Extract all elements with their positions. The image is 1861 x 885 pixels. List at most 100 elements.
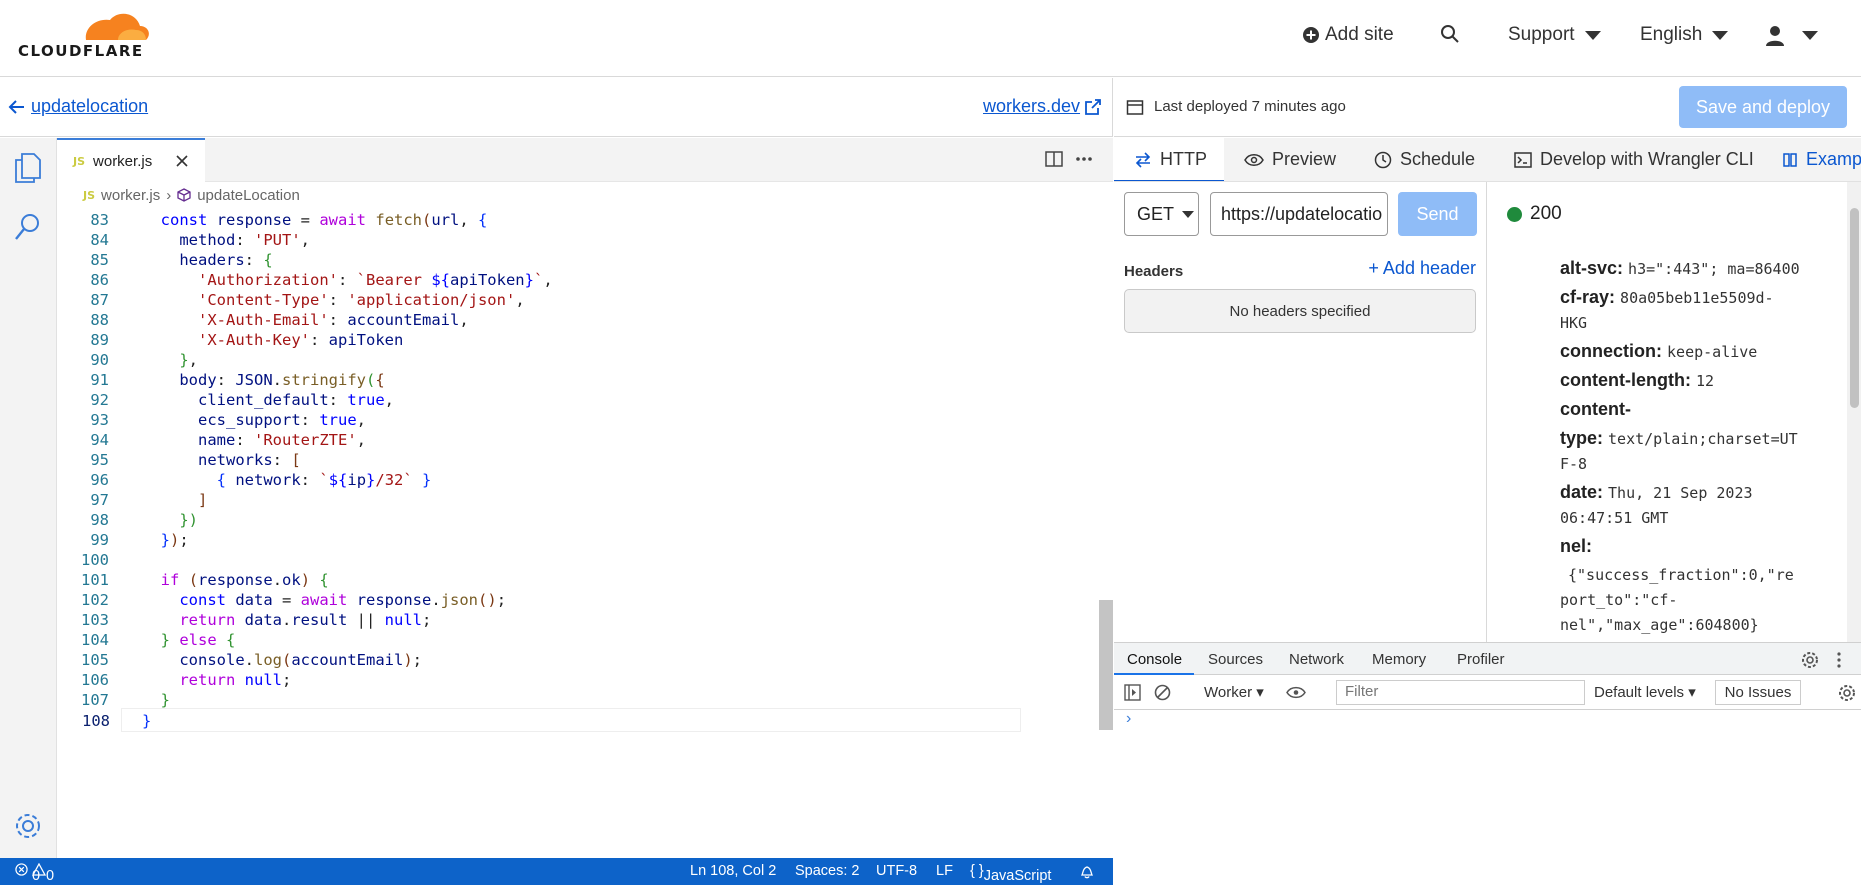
tab-worker-js[interactable]: JS worker.js	[57, 138, 205, 182]
tab-label: worker.js	[93, 152, 153, 170]
account-menu[interactable]	[1764, 24, 1818, 46]
headers-heading: Headers	[1124, 263, 1184, 280]
deploy-header: Last deployed 7 minutes ago Save and dep…	[1114, 78, 1861, 137]
tab-http[interactable]: HTTP	[1134, 149, 1207, 170]
clear-console-icon[interactable]	[1154, 684, 1171, 701]
status-bar: 0 0 Ln 108, Col 2 Spaces: 2 UTF-8 LF { }…	[0, 858, 1113, 885]
breadcrumb-symbol[interactable]: updateLocation	[197, 187, 300, 204]
tab-preview[interactable]: Preview	[1244, 149, 1336, 170]
search-icon	[1441, 25, 1459, 43]
error-icon	[15, 863, 28, 876]
split-editor-icon[interactable]	[1045, 150, 1063, 168]
tab-sources[interactable]: Sources	[1208, 651, 1263, 668]
code-line-current: 108}	[82, 708, 1021, 732]
console-filter-input[interactable]: Filter	[1336, 680, 1585, 705]
gear-icon[interactable]	[1801, 651, 1819, 669]
response-header: alt-svc: h3=":443"; ma=86400	[1560, 258, 1800, 278]
cloudflare-logo[interactable]: CLOUDFLARE	[18, 12, 152, 60]
eye-icon	[1244, 153, 1264, 166]
indentation[interactable]: Spaces: 2	[795, 863, 860, 879]
tab-profiler[interactable]: Profiler	[1457, 651, 1505, 668]
issues-button[interactable]: No Issues	[1715, 680, 1801, 705]
chevron-down-icon	[1712, 30, 1729, 40]
chevron-down-icon	[1584, 30, 1601, 40]
url-input[interactable]: https://updatelocatio	[1210, 192, 1388, 236]
preview-tabs: HTTP Preview Schedule Develop with Wrang…	[1114, 138, 1861, 182]
tab-schedule[interactable]: Schedule	[1374, 149, 1475, 170]
plus-icon: +	[1368, 258, 1379, 278]
support-menu[interactable]: Support	[1508, 24, 1601, 46]
eye-icon[interactable]	[1286, 686, 1306, 699]
add-site-label: Add site	[1325, 24, 1394, 45]
response-scrollbar[interactable]	[1847, 182, 1861, 642]
tab-examples[interactable]: Exampl	[1782, 149, 1861, 170]
context-select[interactable]: Worker ▾	[1204, 683, 1264, 701]
send-button[interactable]: Send	[1398, 192, 1477, 236]
language-mode[interactable]: { } JavaScript	[970, 863, 1051, 884]
response-header: F-8	[1560, 455, 1588, 473]
activity-bar	[0, 138, 57, 858]
log-levels-select[interactable]: Default levels ▾	[1594, 683, 1696, 701]
tab-console[interactable]: Console	[1127, 651, 1182, 668]
end-of-line[interactable]: LF	[936, 863, 953, 879]
save-and-deploy-button[interactable]: Save and deploy	[1679, 86, 1847, 128]
editor-scrollbar[interactable]	[1099, 600, 1113, 730]
breadcrumb: JS worker.js › updateLocation	[57, 182, 1113, 208]
scrollbar-thumb[interactable]	[1850, 208, 1859, 408]
close-icon[interactable]	[176, 155, 188, 167]
response-header: content-	[1560, 399, 1631, 419]
response-header: 06:47:51 GMT	[1560, 509, 1669, 527]
last-deployed-text: Last deployed 7 minutes ago	[1154, 98, 1346, 115]
response-header: cf-ray: 80a05beb11e5509d-	[1560, 287, 1774, 307]
terminal-icon	[1514, 151, 1532, 168]
code-editor[interactable]: 83 const response = await fetch(url, { 8…	[57, 208, 1097, 858]
search-button[interactable]	[1440, 24, 1460, 44]
book-icon	[1783, 152, 1797, 167]
breadcrumb-file[interactable]: worker.js	[101, 187, 160, 204]
workers-dev-link[interactable]: workers.dev	[983, 96, 1080, 117]
user-icon	[1766, 26, 1784, 46]
kebab-menu-icon[interactable]	[1836, 651, 1842, 669]
explorer-icon[interactable]	[14, 152, 42, 184]
devtools-tabs: Console Sources Network Memory Profiler	[1114, 642, 1861, 675]
cursor-position[interactable]: Ln 108, Col 2	[690, 863, 776, 879]
response-header: HKG	[1560, 314, 1588, 332]
response-header: type: text/plain;charset=UT	[1560, 428, 1798, 448]
editor-header: updatelocation workers.dev	[0, 78, 1113, 137]
language-label: English	[1640, 24, 1703, 45]
response-header: connection: keep-alive	[1560, 341, 1758, 361]
status-success-icon	[1507, 207, 1522, 222]
chevron-down-icon	[1182, 210, 1195, 218]
method-cube-icon	[177, 188, 191, 202]
external-link-icon[interactable]	[1084, 98, 1102, 116]
method-select[interactable]: GET	[1124, 192, 1199, 236]
tab-memory[interactable]: Memory	[1372, 651, 1426, 668]
clock-icon	[1374, 151, 1392, 168]
js-file-icon: JS	[73, 154, 86, 168]
sidebar-toggle-icon[interactable]	[1124, 684, 1141, 701]
arrow-left-icon[interactable]	[8, 98, 26, 116]
gear-icon[interactable]	[1838, 684, 1856, 702]
add-header-button[interactable]: + Add header	[1368, 258, 1476, 279]
language-menu[interactable]: English	[1640, 24, 1729, 46]
console-toolbar: Worker ▾ Filter Default levels ▾ No Issu…	[1114, 675, 1861, 710]
back-link[interactable]: updatelocation	[31, 96, 148, 117]
tab-network[interactable]: Network	[1289, 651, 1344, 668]
no-headers-notice: No headers specified	[1124, 289, 1476, 333]
more-actions-icon[interactable]	[1075, 156, 1093, 162]
bell-icon[interactable]	[1080, 864, 1094, 879]
js-file-icon: JS	[83, 188, 96, 202]
tab-wrangler[interactable]: Develop with Wrangler CLI	[1514, 149, 1754, 170]
response-header: nel","max_age":604800}	[1560, 616, 1759, 634]
problems-indicator[interactable]: 0 0	[15, 862, 54, 884]
swap-arrows-icon	[1135, 151, 1151, 168]
response-status: 200	[1530, 203, 1562, 224]
gear-icon[interactable]	[13, 811, 43, 841]
console-prompt-icon[interactable]: ›	[1126, 710, 1131, 728]
search-icon[interactable]	[14, 212, 42, 242]
response-header: content-length: 12	[1560, 370, 1715, 390]
plus-circle-icon	[1303, 27, 1319, 43]
add-site-button[interactable]: Add site	[1303, 24, 1394, 46]
editor-tabs: JS worker.js	[57, 138, 1113, 182]
encoding[interactable]: UTF-8	[876, 863, 917, 879]
